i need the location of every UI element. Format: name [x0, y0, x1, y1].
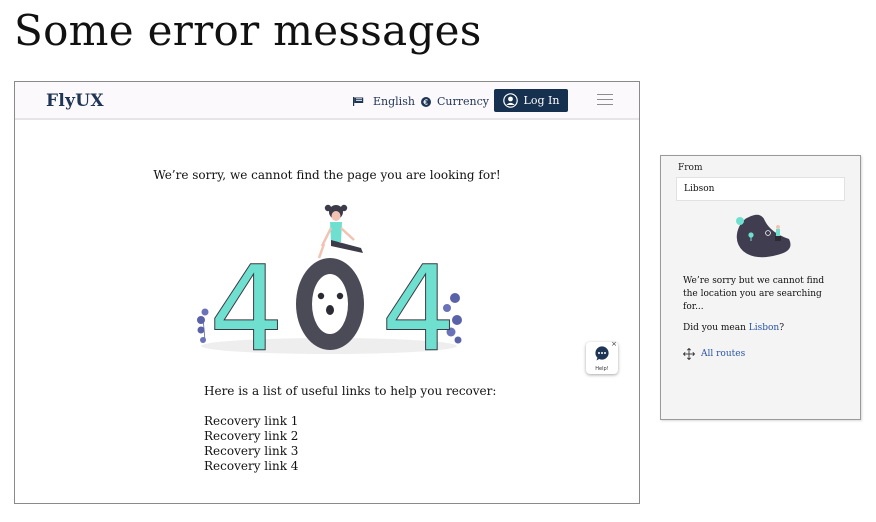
location-error-message: We’re sorry but we cannot find the locat… [683, 276, 825, 312]
balloon-icon [197, 308, 209, 343]
error-page-mockup: FlyUX English Currency Log In We’re sorr… [14, 81, 640, 504]
error-message: We’re sorry, we cannot find the page you… [153, 168, 501, 182]
from-label: From [678, 163, 703, 173]
sitting-person-icon [317, 204, 363, 259]
suggestion-link[interactable]: Lisbon [749, 323, 779, 333]
brand-logo[interactable]: FlyUX [46, 91, 104, 111]
currency-selector[interactable]: Currency [421, 95, 489, 108]
recovery-link[interactable]: Recovery link 1 [204, 414, 298, 429]
flag-icon [353, 97, 364, 106]
language-label: English [373, 95, 415, 108]
all-routes-label: All routes [701, 349, 746, 359]
did-you-mean-suffix: ? [779, 323, 785, 333]
help-chat-button[interactable]: × Help! [586, 340, 618, 374]
svg-text:4: 4 [381, 240, 456, 358]
help-label: Help! [595, 366, 609, 372]
login-button[interactable]: Log In [494, 89, 568, 112]
close-icon[interactable]: × [611, 340, 617, 348]
location-search-panel: From We’re sorry but we cannot find the … [660, 155, 861, 420]
from-input[interactable] [676, 177, 845, 201]
user-icon [502, 93, 518, 108]
svg-text:4: 4 [209, 240, 284, 358]
404-illustration: 404 4 4 [197, 204, 462, 358]
page-title: Some error messages [14, 6, 482, 55]
navbar: FlyUX English Currency Log In [15, 82, 639, 120]
recovery-link[interactable]: Recovery link 3 [204, 444, 298, 459]
euro-icon [421, 96, 431, 107]
did-you-mean-prefix: Did you mean [683, 323, 749, 333]
location-not-found-illustration [736, 214, 791, 258]
all-routes-link[interactable]: All routes [683, 348, 745, 360]
links-heading: Here is a list of useful links to help y… [204, 384, 497, 398]
login-label: Log In [523, 94, 560, 107]
recovery-links-list: Recovery link 1 Recovery link 2 Recovery… [204, 414, 298, 474]
language-selector[interactable]: English [353, 95, 415, 108]
hamburger-menu-icon[interactable] [597, 94, 613, 105]
recovery-link[interactable]: Recovery link 4 [204, 459, 298, 474]
move-arrows-icon [683, 348, 695, 360]
currency-label: Currency [437, 95, 489, 108]
recovery-link[interactable]: Recovery link 2 [204, 429, 298, 444]
chat-bubble-icon [595, 346, 609, 361]
did-you-mean: Did you mean Lisbon? [683, 323, 784, 333]
